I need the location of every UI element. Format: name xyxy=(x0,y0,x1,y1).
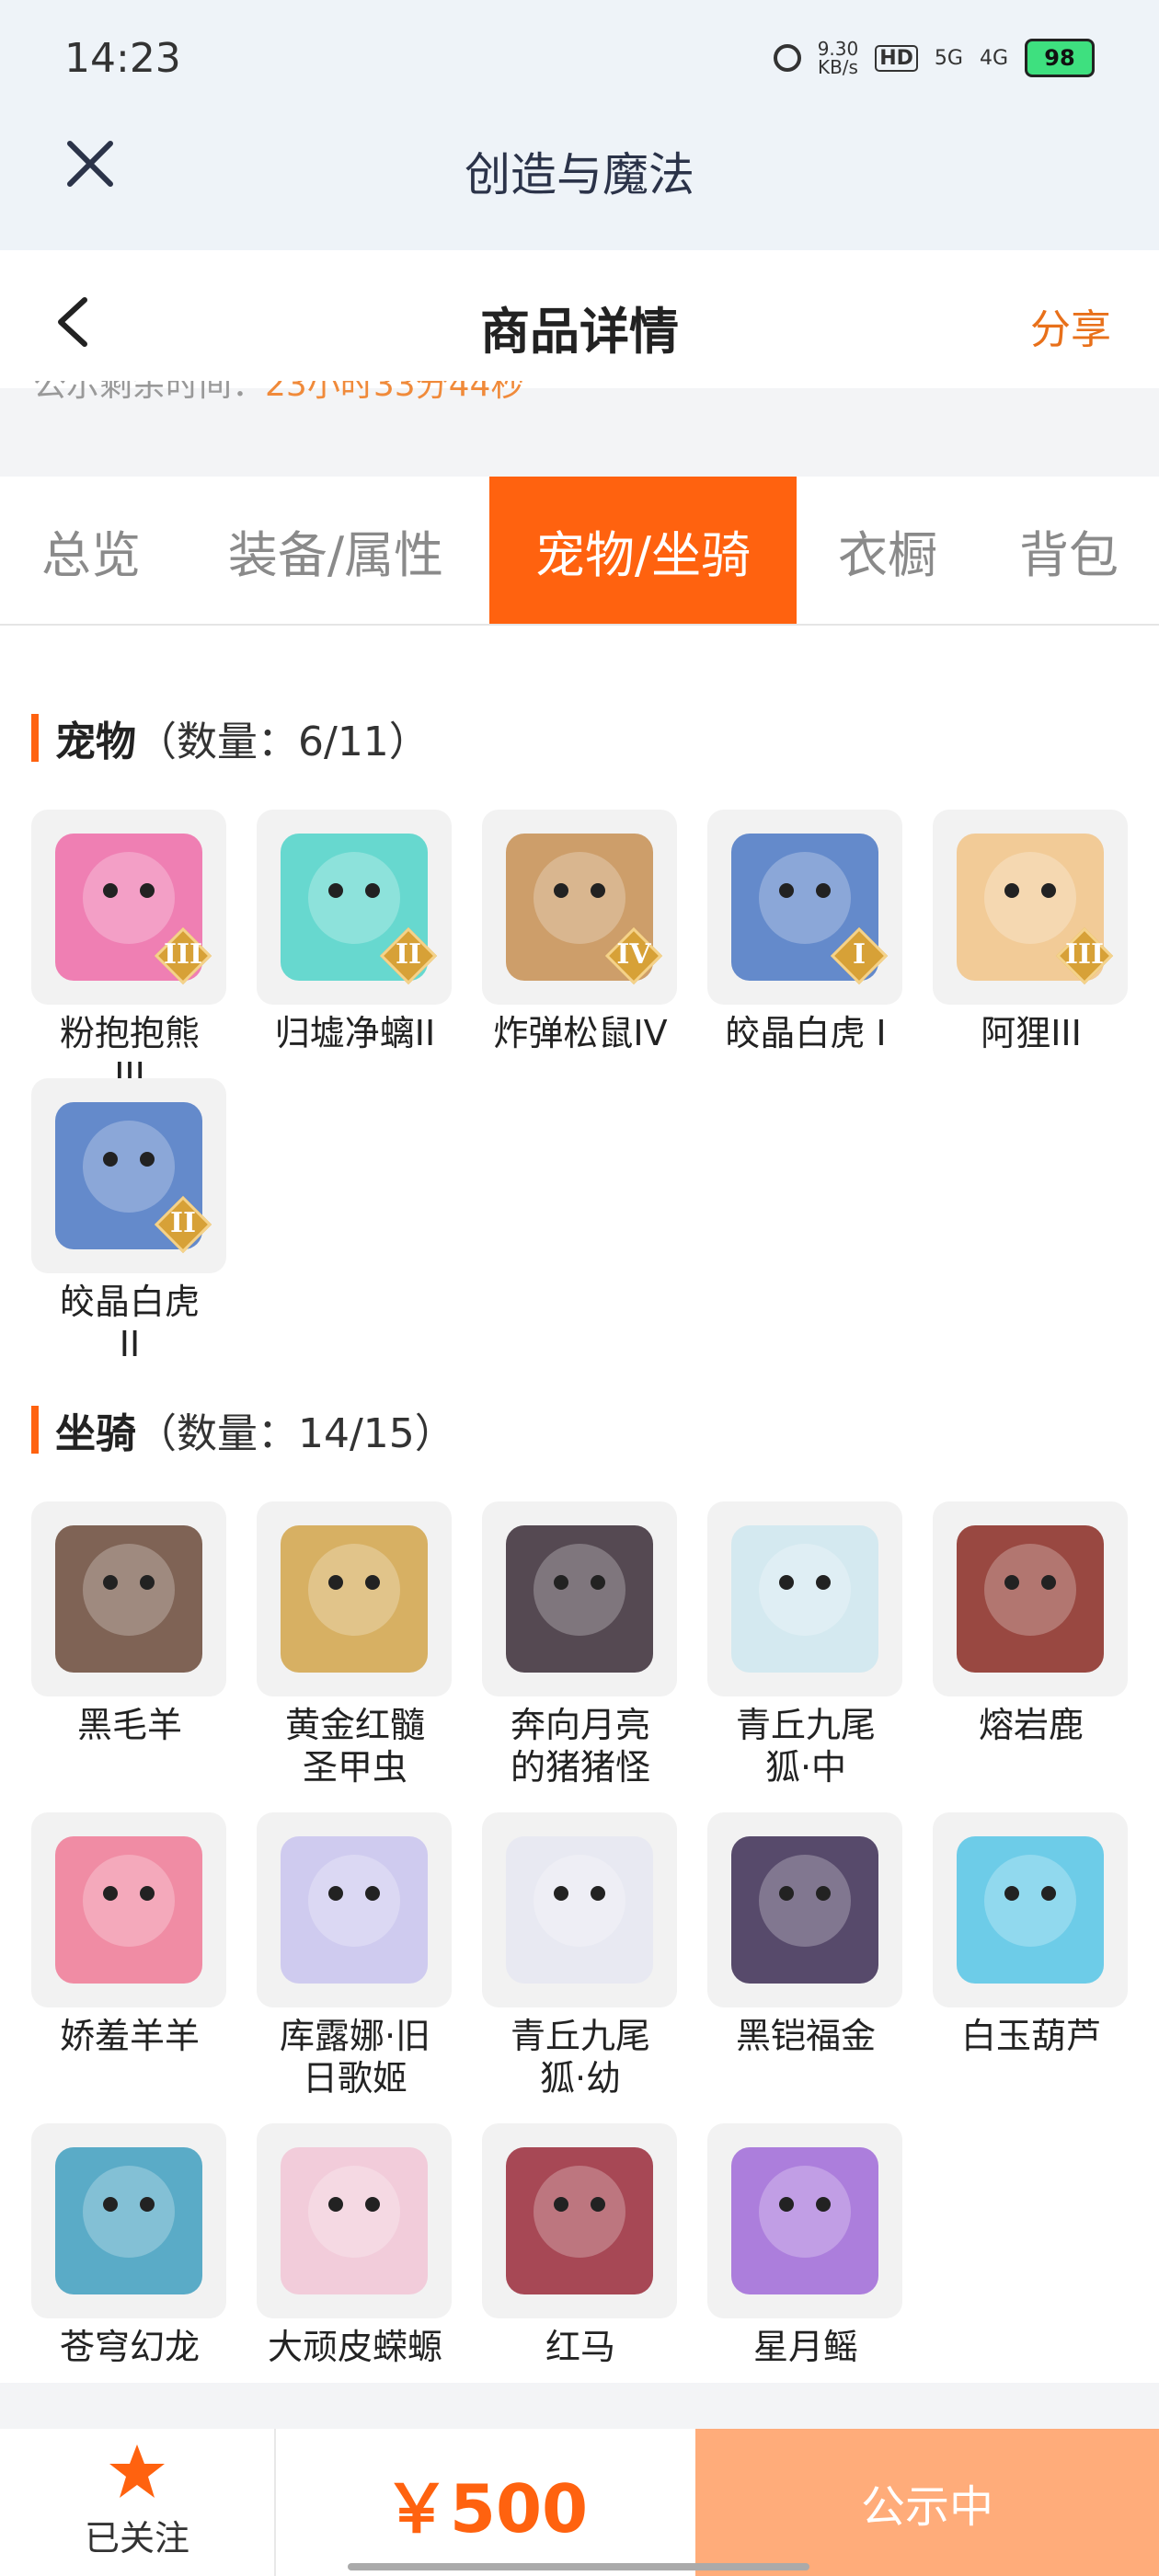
mount-item[interactable]: 库露娜·旧日歌姬 xyxy=(257,1812,453,2099)
item-thumbnail: III xyxy=(31,810,226,1005)
item-thumbnail xyxy=(482,2123,677,2318)
page-header: 商品详情 分享 xyxy=(0,250,1159,388)
item-thumbnail xyxy=(482,1501,677,1696)
item-name: 归墟净螭II xyxy=(274,1013,436,1053)
item-name: 白玉葫芦 xyxy=(960,2016,1101,2056)
mount-item[interactable]: 苍穹幻龙 xyxy=(31,2123,228,2368)
item-name: 皎晶白虎 I xyxy=(725,1013,887,1053)
item-thumbnail: IV xyxy=(482,810,677,1005)
item-name: 黑毛羊 xyxy=(76,1705,182,1745)
follow-button[interactable]: 已关注 xyxy=(0,2429,276,2576)
mount-item[interactable]: 黑铠福金 xyxy=(707,1812,904,2057)
pet-item[interactable]: III 阿狸III xyxy=(933,810,1130,1054)
item-thumbnail xyxy=(257,2123,452,2318)
item-thumbnail: I xyxy=(707,810,902,1005)
signal-5g-icon: 5G xyxy=(934,46,963,70)
pet-item[interactable]: I 皎晶白虎 I xyxy=(707,810,904,1054)
tab-equipment[interactable]: 装备/属性 xyxy=(182,477,489,624)
mount-item[interactable]: 星月鳐 xyxy=(707,2123,904,2368)
mount-item[interactable]: 黑毛羊 xyxy=(31,1501,228,1746)
item-thumbnail xyxy=(707,1501,902,1696)
item-thumbnail xyxy=(707,2123,902,2318)
bottom-bar: 已关注 ￥500 公示中 xyxy=(0,2429,1159,2576)
tab-overview[interactable]: 总览 xyxy=(0,477,182,624)
item-thumbnail: III xyxy=(933,810,1128,1005)
tab-pets-mounts[interactable]: 宠物/坐骑 xyxy=(489,477,797,624)
hd-icon: HD xyxy=(875,44,918,72)
signal-4g-icon: 4G xyxy=(979,46,1008,70)
rank-badge-icon: II xyxy=(379,926,438,985)
app-title: 创造与魔法 xyxy=(465,148,694,201)
pet-item[interactable]: IV 炸弹松鼠IV xyxy=(482,810,679,1054)
share-button[interactable]: 分享 xyxy=(1030,296,1111,355)
item-name: 大顽皮蝾螈 xyxy=(267,2327,442,2367)
tab-backpack[interactable]: 背包 xyxy=(979,477,1159,624)
item-name: 青丘九尾狐·中 xyxy=(735,1705,876,1788)
rank-badge-icon: I xyxy=(830,926,889,985)
pet-item[interactable]: II 归墟净螭II xyxy=(257,810,453,1054)
item-name: 皎晶白虎 II xyxy=(59,1282,200,1364)
tab-bar: 总览 装备/属性 宠物/坐骑 衣橱 背包 xyxy=(0,477,1159,626)
item-name: 库露娜·旧日歌姬 xyxy=(279,2016,431,2099)
mounts-section-title: 坐骑 （数量：14/15） xyxy=(31,1400,455,1459)
item-name: 星月鳐 xyxy=(752,2327,858,2367)
rank-badge-icon: III xyxy=(1055,926,1114,985)
home-indicator xyxy=(348,2563,809,2570)
item-name: 苍穹幻龙 xyxy=(59,2327,200,2367)
mount-item[interactable]: 红马 xyxy=(482,2123,679,2368)
pet-item[interactable]: III 粉抱抱熊 III xyxy=(31,810,228,1097)
rank-badge-icon: II xyxy=(154,1195,212,1254)
mount-item[interactable]: 青丘九尾狐·中 xyxy=(707,1501,904,1788)
item-thumbnail xyxy=(31,1812,226,2007)
item-thumbnail xyxy=(31,2123,226,2318)
pets-section-title: 宠物 （数量：6/11） xyxy=(31,708,430,767)
item-name: 奔向月亮的猪猪怪 xyxy=(510,1705,650,1788)
item-thumbnail: II xyxy=(31,1078,226,1273)
battery-icon: 98 xyxy=(1025,39,1095,77)
status-time: 14:23 xyxy=(64,35,181,82)
item-thumbnail xyxy=(257,1812,452,2007)
mount-item[interactable]: 白玉葫芦 xyxy=(933,1812,1130,2057)
mount-item[interactable]: 青丘九尾狐·幼 xyxy=(482,1812,679,2099)
mount-item[interactable]: 熔岩鹿 xyxy=(933,1501,1130,1746)
rank-badge-icon: III xyxy=(154,926,212,985)
tab-wardrobe[interactable]: 衣橱 xyxy=(797,477,979,624)
pet-item[interactable]: II 皎晶白虎 II xyxy=(31,1078,228,1365)
mount-item[interactable]: 奔向月亮的猪猪怪 xyxy=(482,1501,679,1788)
page-title: 商品详情 xyxy=(480,303,679,361)
item-name: 黄金红髓圣甲虫 xyxy=(284,1705,425,1788)
item-name: 青丘九尾狐·幼 xyxy=(510,2016,650,2099)
mount-item[interactable]: 黄金红髓圣甲虫 xyxy=(257,1501,453,1788)
publicity-status-button[interactable]: 公示中 xyxy=(695,2429,1159,2576)
star-icon xyxy=(109,2444,165,2498)
rank-badge-icon: IV xyxy=(604,926,663,985)
item-thumbnail xyxy=(933,1501,1128,1696)
status-icons: 9.30 KB/s HD 5G 4G 98 xyxy=(773,38,1095,78)
item-thumbnail xyxy=(257,1501,452,1696)
item-name: 娇羞羊羊 xyxy=(59,2016,200,2056)
item-name: 熔岩鹿 xyxy=(978,1705,1084,1745)
item-name: 红马 xyxy=(545,2327,615,2367)
item-thumbnail xyxy=(482,1812,677,2007)
item-thumbnail xyxy=(707,1812,902,2007)
mount-item[interactable]: 娇羞羊羊 xyxy=(31,1812,228,2057)
item-name: 黑铠福金 xyxy=(735,2016,876,2056)
item-thumbnail xyxy=(933,1812,1128,2007)
net-speed: 9.30 KB/s xyxy=(817,38,859,78)
item-thumbnail xyxy=(31,1501,226,1696)
item-thumbnail: II xyxy=(257,810,452,1005)
app-top-bar: 14:23 9.30 KB/s HD 5G 4G 98 创造与魔法 xyxy=(0,0,1159,250)
item-name: 炸弹松鼠IV xyxy=(493,1013,668,1053)
remaining-time-peek: 公示剩余时间：23小时33分44秒 xyxy=(33,381,524,404)
mount-item[interactable]: 大顽皮蝾螈 xyxy=(257,2123,453,2368)
price: ￥500 xyxy=(383,2469,589,2547)
content-area: 宠物 （数量：6/11） III 粉抱抱熊 III II 归墟净螭II IV 炸弹松鼠IV… xyxy=(0,626,1159,2383)
item-name: 阿狸III xyxy=(981,1013,1082,1053)
alarm-icon xyxy=(773,44,801,72)
